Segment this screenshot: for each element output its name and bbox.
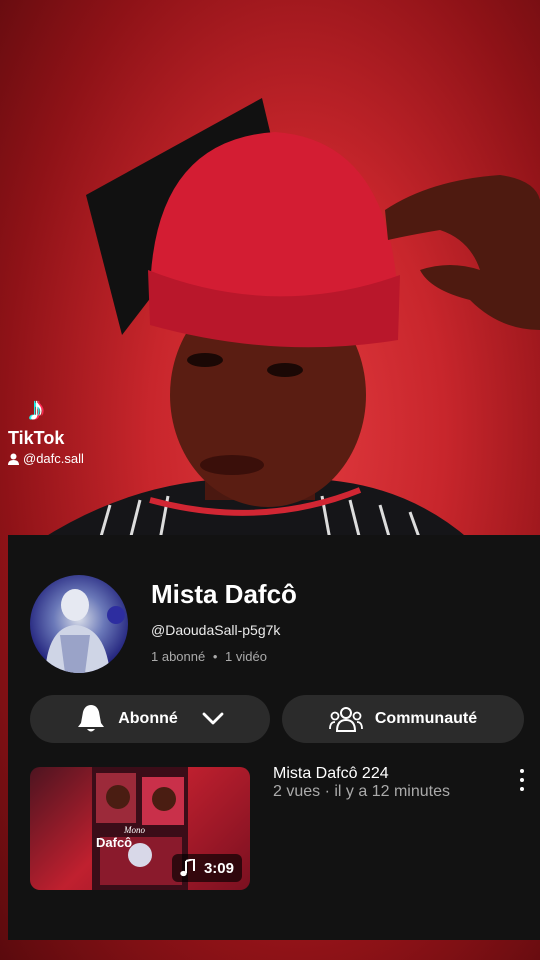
tiktok-watermark: ♪ TikTok @dafc.sall xyxy=(8,392,128,466)
channel-sheet: Mista Dafcô @DaoudaSall-p5g7k 1 abonné •… xyxy=(8,535,540,940)
hand xyxy=(385,175,540,330)
video-count: 1 vidéo xyxy=(225,649,267,664)
bell-icon xyxy=(78,705,105,732)
thumb-text-2: Mono xyxy=(123,825,145,835)
avatar-illustration xyxy=(45,589,125,673)
subscribed-label: Abonné xyxy=(118,710,178,727)
subscriber-count: 1 abonné xyxy=(151,649,206,664)
user-icon xyxy=(8,453,19,465)
channel-handle: @DaoudaSall-p5g7k xyxy=(151,622,281,638)
channel-name: Mista Dafcô xyxy=(151,579,297,609)
tiktok-username-row: @dafc.sall xyxy=(8,451,128,466)
stats-separator: • xyxy=(212,649,218,664)
tiktok-username: @dafc.sall xyxy=(23,451,84,466)
channel-avatar[interactable] xyxy=(30,575,128,673)
tiktok-logo-icon: ♪ xyxy=(28,390,45,428)
community-label: Communauté xyxy=(374,710,478,727)
community-icon xyxy=(328,707,363,732)
video-thumbnail[interactable]: Dafcô Mono 3:09 xyxy=(30,767,250,890)
subscribed-button[interactable]: Abonné xyxy=(30,695,270,743)
video-title[interactable]: Mista Dafcô 224 xyxy=(273,765,389,783)
video-meta: 2 vues · il y a 12 minutes xyxy=(273,783,450,800)
thumb-text-1: Dafcô xyxy=(96,835,132,850)
tiktok-brand: TikTok xyxy=(8,428,65,448)
more-vertical-icon[interactable] xyxy=(514,769,530,791)
channel-stats: 1 abonné • 1 vidéo xyxy=(151,649,267,664)
community-button[interactable]: Communauté xyxy=(282,695,524,743)
music-note-icon xyxy=(180,859,195,877)
chevron-down-icon xyxy=(202,712,224,725)
video-duration: 3:09 xyxy=(203,859,234,877)
video-duration-badge: 3:09 xyxy=(171,854,242,882)
